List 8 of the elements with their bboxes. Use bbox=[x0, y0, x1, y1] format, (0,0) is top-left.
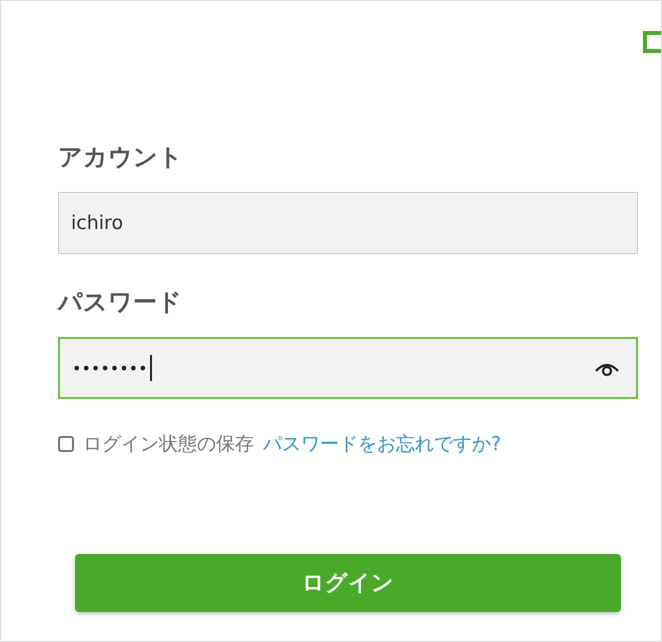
field-label: アカウント bbox=[58, 142, 184, 173]
checkbox-label[interactable]: ログイン状態の保存 bbox=[83, 431, 254, 457]
password-field[interactable]: •••••••• bbox=[58, 337, 638, 399]
login-button[interactable]: ログイン bbox=[75, 554, 621, 612]
forgot-password-link[interactable]: パスワードをお忘れですか? bbox=[263, 431, 502, 457]
field-label: パスワード bbox=[58, 287, 183, 318]
input-field[interactable]: ichiro bbox=[58, 192, 638, 254]
checkbox[interactable] bbox=[58, 436, 74, 452]
